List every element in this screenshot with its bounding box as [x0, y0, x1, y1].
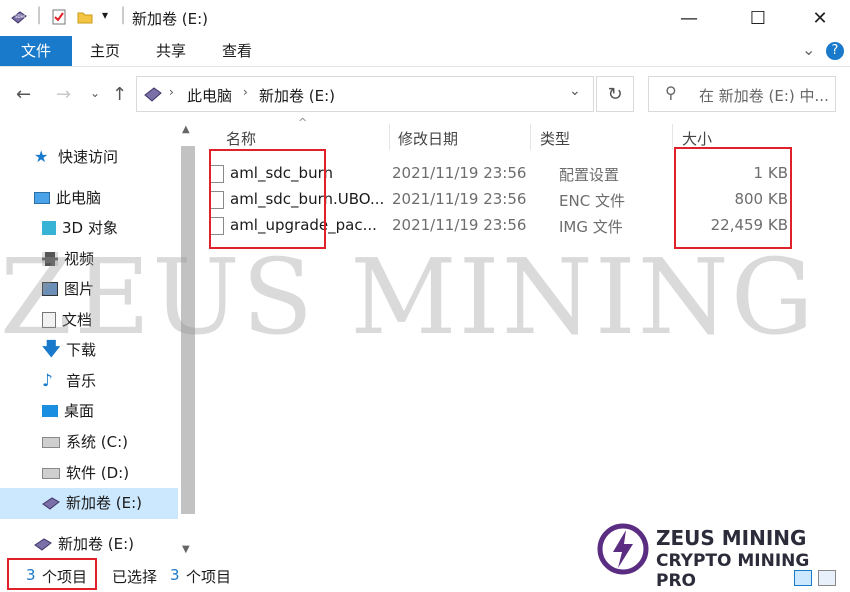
selected-count-label: 个项目	[186, 568, 232, 586]
up-arrow-icon[interactable]: ↑	[112, 84, 127, 105]
recent-locations-icon[interactable]: ⌄	[90, 86, 100, 100]
sidebar-item-label: 音乐	[66, 372, 97, 390]
sidebar-item-label: 新加卷 (E:)	[66, 494, 143, 512]
sidebar-item-this-pc[interactable]: 此电脑	[34, 184, 101, 212]
item-count-label: 个项目	[42, 568, 88, 586]
sort-ascending-icon: ^	[298, 116, 308, 129]
sd-card-icon: SDHC	[11, 11, 27, 24]
refresh-icon: ↻	[607, 83, 623, 105]
file-modified: 2021/11/19 23:56	[392, 190, 527, 208]
new-folder-icon[interactable]	[76, 8, 94, 26]
large-icons-view-icon[interactable]	[818, 570, 836, 586]
highlight-box-names	[209, 149, 326, 249]
title-divider: |	[36, 4, 43, 25]
star-icon: ★	[34, 147, 49, 166]
sd-card-icon	[144, 87, 162, 102]
sidebar-item-label: 新加卷 (E:)	[58, 535, 135, 553]
search-placeholder: 在 新加卷 (E:) 中...	[699, 87, 829, 105]
sidebar-item-label: 快速访问	[58, 148, 119, 166]
column-header-name[interactable]: 名称	[226, 128, 256, 149]
window-title: 新加卷 (E:)	[132, 10, 209, 28]
logo-title: ZEUS MINING	[656, 526, 807, 550]
file-type: 配置设置	[559, 166, 620, 184]
address-dropdown-icon[interactable]: ⌄	[569, 83, 581, 99]
column-divider[interactable]	[530, 124, 531, 150]
drive-icon	[42, 436, 60, 448]
properties-icon[interactable]	[50, 8, 68, 26]
breadcrumb-this-pc[interactable]: 此电脑	[187, 85, 232, 106]
expand-ribbon-icon[interactable]: ⌄	[802, 40, 815, 59]
file-type: ENC 文件	[559, 192, 625, 210]
sidebar-item-quick-access[interactable]: ★ 快速访问	[34, 143, 118, 171]
forward-arrow-icon[interactable]: →	[56, 84, 71, 105]
tab-share[interactable]: 共享	[148, 36, 194, 66]
scroll-up-icon[interactable]: ▲	[182, 124, 190, 135]
tab-view[interactable]: 查看	[214, 36, 260, 66]
back-arrow-icon[interactable]: ←	[16, 84, 31, 105]
maximize-button[interactable]: ☐	[735, 0, 781, 36]
search-box[interactable]: ⚲ 在 新加卷 (E:) 中...	[648, 76, 836, 112]
computer-icon	[34, 192, 50, 204]
music-icon: ♪	[42, 371, 53, 391]
file-modified: 2021/11/19 23:56	[392, 216, 527, 234]
sidebar-item-drive-c[interactable]: 系统 (C:)	[42, 428, 128, 456]
sidebar-item-label: 此电脑	[56, 189, 102, 207]
watermark-text: ZEUS MINING	[0, 236, 816, 358]
column-header-type[interactable]: 类型	[540, 128, 570, 149]
sidebar-item-desktop[interactable]: 桌面	[42, 397, 94, 425]
help-button[interactable]: ?	[826, 42, 844, 60]
ribbon-tabs: 文件 主页 共享 查看 ⌄ ?	[0, 36, 850, 67]
item-count-number: 3	[26, 566, 36, 584]
file-type: IMG 文件	[559, 218, 623, 236]
zeus-mining-logo-icon	[597, 523, 649, 575]
breadcrumb-chevron-icon[interactable]: ›	[243, 85, 248, 99]
sidebar-item-music[interactable]: ♪ 音乐	[42, 367, 96, 395]
breadcrumb-drive-e[interactable]: 新加卷 (E:)	[259, 85, 335, 106]
sidebar-item-drive-e[interactable]: 新加卷 (E:)	[42, 489, 142, 517]
selected-label: 已选择	[112, 568, 158, 586]
sidebar-item-drive-e-removable[interactable]: 新加卷 (E:)	[34, 530, 134, 558]
column-divider[interactable]	[672, 124, 673, 150]
title-bar: SDHC | ▾ | 新加卷 (E:) — ☐ ✕	[0, 0, 850, 36]
scroll-down-icon[interactable]: ▼	[182, 544, 190, 555]
breadcrumb-chevron-icon[interactable]: ›	[169, 85, 174, 99]
search-icon: ⚲	[665, 83, 677, 102]
sidebar-item-drive-d[interactable]: 软件 (D:)	[42, 459, 129, 487]
desktop-icon	[42, 405, 58, 417]
file-modified: 2021/11/19 23:56	[392, 164, 527, 182]
refresh-button[interactable]: ↻	[596, 76, 634, 112]
cube-icon	[42, 221, 56, 235]
sd-card-icon	[42, 497, 60, 510]
column-header-size[interactable]: 大小	[682, 128, 712, 149]
svg-text:SDHC: SDHC	[15, 14, 27, 19]
tab-home[interactable]: 主页	[82, 36, 128, 66]
sidebar-item-label: 软件 (D:)	[66, 464, 130, 482]
tab-file[interactable]: 文件	[0, 36, 72, 66]
sidebar-item-label: 桌面	[64, 402, 95, 420]
close-button[interactable]: ✕	[797, 0, 843, 36]
details-view-icon[interactable]	[794, 570, 812, 586]
selected-count-number: 3	[170, 566, 180, 584]
drive-icon	[42, 467, 60, 479]
sidebar-item-label: 系统 (C:)	[66, 433, 128, 451]
minimize-button[interactable]: —	[666, 0, 712, 36]
title-divider: |	[120, 4, 127, 25]
sd-card-icon	[34, 538, 52, 551]
address-bar[interactable]: › 此电脑 › 新加卷 (E:) ⌄	[136, 76, 594, 112]
highlight-box-sizes	[674, 147, 792, 249]
customize-toolbar-icon[interactable]: ▾	[102, 8, 108, 22]
column-header-modified[interactable]: 修改日期	[398, 128, 458, 149]
column-divider[interactable]	[389, 124, 390, 150]
